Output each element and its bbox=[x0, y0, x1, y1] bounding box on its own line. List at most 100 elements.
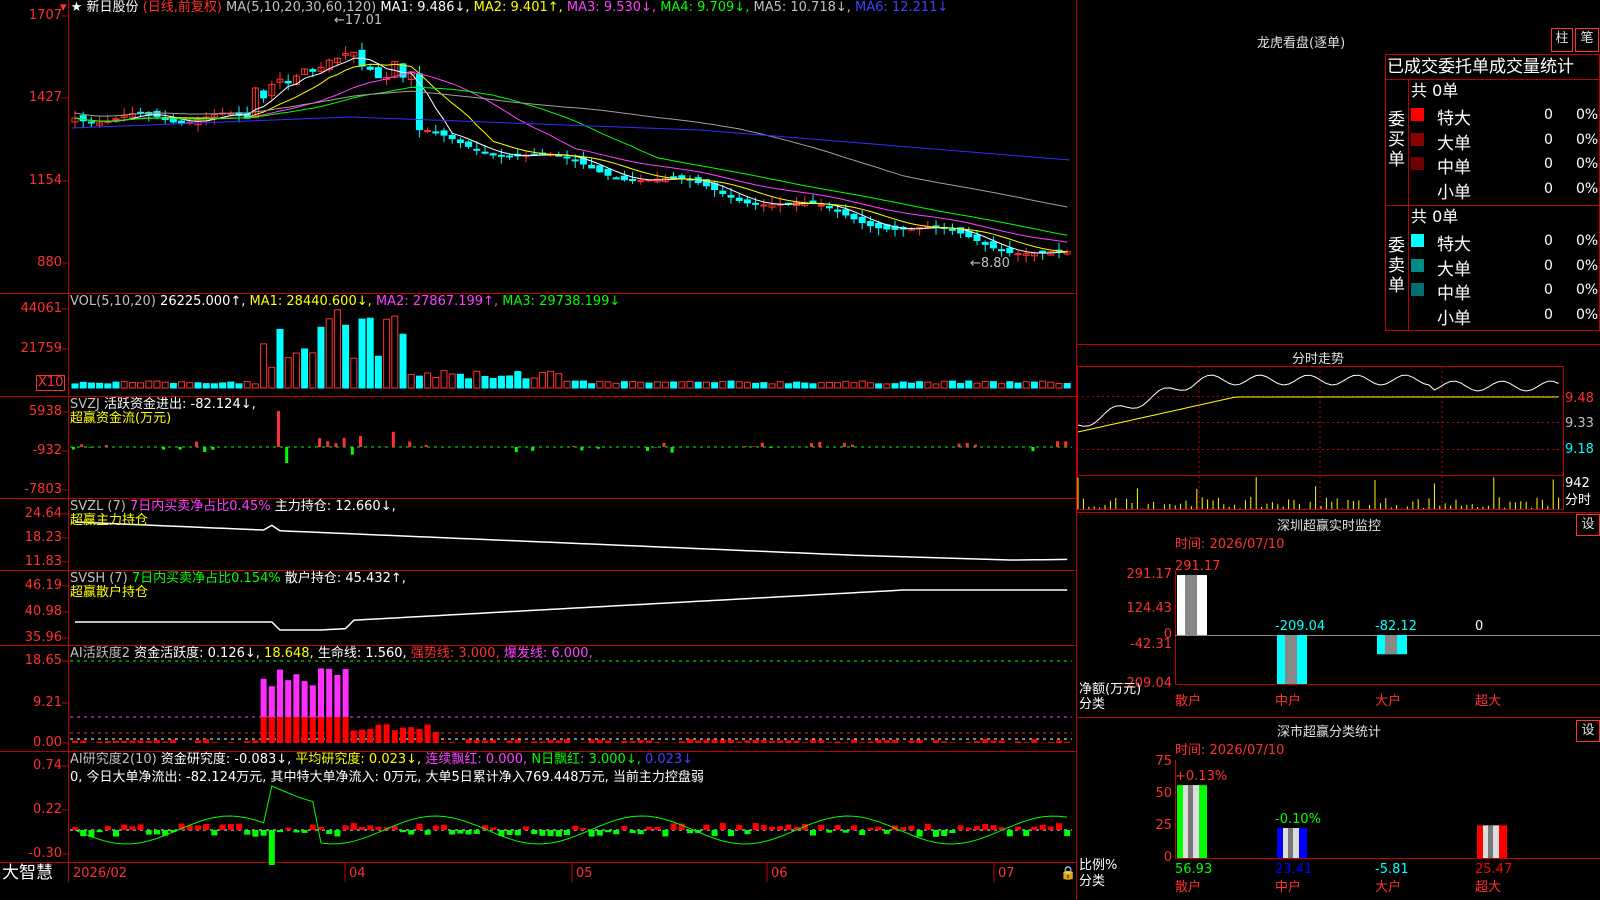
research-bar bbox=[490, 827, 497, 830]
activity-bar bbox=[851, 739, 857, 743]
tick-mode-button[interactable]: 笔 bbox=[1575, 28, 1599, 52]
sz-class-value-label: 23.41 bbox=[1275, 862, 1313, 877]
svsh-axis-bottom: 35.96 bbox=[24, 630, 62, 645]
sz-monitor-ylabel2: 分类 bbox=[1079, 697, 1106, 712]
sz-monitor-settings-button[interactable]: 设 bbox=[1576, 514, 1600, 536]
candle bbox=[178, 120, 186, 124]
price-axis-880: 880 bbox=[37, 255, 62, 270]
volume-bar bbox=[96, 382, 104, 389]
candle bbox=[1014, 253, 1022, 256]
ai1-axis-bottom: 0.00 bbox=[33, 735, 62, 750]
ai1-axis-top: 18.65 bbox=[24, 653, 62, 668]
research-bar bbox=[375, 826, 382, 830]
sz-monitor-axis-tick: -42.31 bbox=[1130, 636, 1172, 652]
sz-class-ylabel: 比例% bbox=[1079, 858, 1118, 873]
research-bar bbox=[252, 830, 259, 837]
activity-burst-bar bbox=[334, 674, 341, 717]
activity-bar bbox=[473, 740, 480, 743]
favorite-star-icon[interactable]: ★ bbox=[71, 0, 83, 15]
sz-monitor-axis-tick: 291.17 bbox=[1126, 567, 1173, 582]
svzj-sub: 超赢资金流(万元) bbox=[70, 411, 172, 426]
sz-class-category-0: 散户 bbox=[1175, 880, 1202, 895]
activity-bar bbox=[170, 739, 177, 743]
activity-burst-bar bbox=[342, 669, 349, 717]
flow-bar bbox=[318, 438, 321, 447]
research-bar bbox=[457, 830, 464, 834]
activity-burst-bar bbox=[293, 674, 300, 717]
intraday-vol-value: 942 bbox=[1565, 476, 1590, 491]
research-bar bbox=[744, 830, 751, 835]
lock-icon[interactable]: 🔒 bbox=[1060, 866, 1076, 882]
candle bbox=[448, 134, 456, 140]
research-bar bbox=[432, 825, 439, 830]
activity-bar bbox=[342, 717, 349, 743]
volume-bar bbox=[383, 318, 391, 389]
volume-bar bbox=[678, 381, 686, 389]
volume-bar bbox=[448, 373, 456, 389]
vol-header: VOL(5,10,20) 26225.000↑, MA1: 28440.600↓… bbox=[70, 294, 620, 310]
research-bar bbox=[129, 826, 136, 830]
sz-monitor-category-3: 超大 bbox=[1475, 694, 1502, 709]
activity-bar bbox=[564, 739, 570, 743]
activity-bar bbox=[244, 741, 251, 743]
price-low-annotation: ←8.80 bbox=[970, 256, 1010, 271]
activity-bar bbox=[145, 740, 152, 743]
volume-bar bbox=[1063, 383, 1071, 389]
ai2-header: AI研究度2(10) 资金研究度: -0.083↓, 平均研究度: 0.023↓… bbox=[70, 752, 693, 768]
volume-bar bbox=[661, 381, 669, 389]
sz-class-title: 深市超赢分类统计 bbox=[1277, 725, 1382, 740]
activity-bar bbox=[875, 739, 882, 743]
activity-bar bbox=[260, 717, 267, 743]
sz-class-settings-button[interactable]: 设 bbox=[1576, 720, 1600, 742]
volume-bar bbox=[456, 373, 464, 389]
buy-qty: 0 bbox=[1544, 131, 1553, 148]
research-bar bbox=[736, 824, 743, 830]
research-bar bbox=[990, 825, 997, 830]
research-bar bbox=[154, 830, 160, 835]
candle bbox=[432, 131, 440, 134]
sell-row: 特大 0 0% bbox=[1411, 230, 1600, 255]
sell-row: 中单 0 0% bbox=[1411, 279, 1600, 304]
period-tag[interactable]: (日线,前复权) bbox=[143, 0, 222, 15]
volume-bar bbox=[358, 318, 366, 389]
activity-bar bbox=[949, 742, 956, 743]
volume-bar bbox=[858, 380, 866, 389]
xaxis-07: 07 bbox=[998, 866, 1015, 881]
candle bbox=[87, 121, 95, 124]
research-bar bbox=[121, 824, 128, 830]
intraday-vol-unit: 分时 bbox=[1565, 493, 1592, 508]
volume-bar bbox=[604, 381, 612, 389]
candle bbox=[850, 213, 858, 220]
xaxis-06: 06 bbox=[771, 866, 788, 881]
candle bbox=[571, 159, 579, 162]
flow-bar bbox=[974, 444, 977, 447]
activity-bar bbox=[301, 717, 308, 743]
research-bar bbox=[646, 826, 652, 830]
flow-bar bbox=[580, 447, 584, 451]
sz-class-category-1: 中户 bbox=[1275, 880, 1302, 895]
research-bar bbox=[941, 830, 948, 836]
flow-bar bbox=[203, 447, 207, 453]
activity-bar bbox=[383, 724, 390, 743]
research-bar bbox=[465, 830, 472, 835]
flow-bar bbox=[72, 447, 75, 450]
research-bar bbox=[277, 830, 283, 833]
vol-ma1: MA1: 28440.600↓, bbox=[249, 294, 372, 309]
volume-bar bbox=[284, 357, 292, 389]
volume-bar bbox=[112, 381, 120, 389]
candle bbox=[309, 69, 317, 72]
volume-bar bbox=[743, 381, 751, 389]
vol-unit-badge[interactable]: X10 bbox=[36, 375, 66, 391]
bar-mode-button[interactable]: 柱 bbox=[1551, 28, 1573, 52]
research-bar bbox=[596, 830, 603, 836]
intraday-title: 分时走势 bbox=[1292, 352, 1345, 367]
research-bar bbox=[227, 823, 234, 830]
activity-burst-bar bbox=[318, 668, 324, 717]
buy-name: 小单 bbox=[1437, 182, 1471, 203]
svsh-axis-mid: 40.98 bbox=[24, 604, 62, 619]
activity-bar bbox=[490, 739, 497, 743]
volume-bar bbox=[317, 326, 325, 389]
volume-bar bbox=[260, 343, 268, 389]
flow-bar bbox=[1056, 441, 1059, 447]
volume-bar bbox=[563, 380, 571, 389]
